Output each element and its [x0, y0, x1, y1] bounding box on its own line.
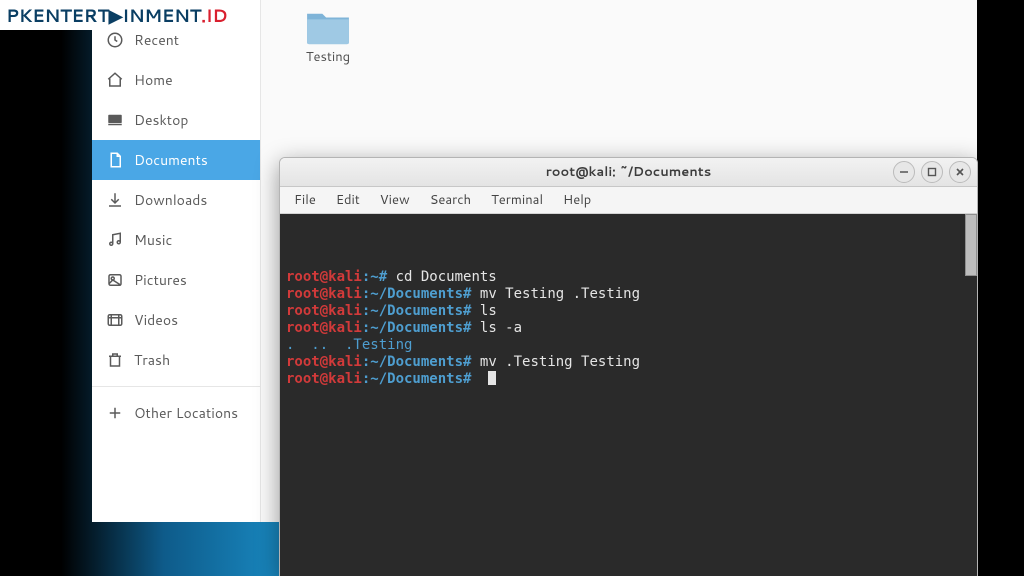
sidebar-item-label: Other Locations	[134, 403, 238, 423]
sidebar-item-label: Downloads	[134, 190, 207, 210]
watermark-tld: .ID	[201, 2, 227, 28]
documents-icon	[106, 151, 124, 169]
sidebar-item-label: Desktop	[134, 110, 188, 130]
sidebar-separator	[92, 386, 260, 387]
folder-label: Testing	[293, 48, 363, 66]
scrollbar-thumb[interactable]	[965, 214, 977, 276]
sidebar-item-desktop[interactable]: Desktop	[92, 100, 260, 140]
sidebar-item-label: Trash	[134, 350, 170, 370]
sidebar-item-videos[interactable]: Videos	[92, 300, 260, 340]
menu-edit[interactable]: Edit	[336, 191, 360, 209]
terminal-title: root@kali: ~/Documents	[546, 163, 711, 181]
desktop-icon	[106, 111, 124, 129]
sidebar-item-documents[interactable]: Documents	[92, 140, 260, 180]
music-icon	[106, 231, 124, 249]
videos-icon	[106, 311, 124, 329]
sidebar-item-music[interactable]: Music	[92, 220, 260, 260]
minimize-button[interactable]	[893, 161, 915, 183]
pictures-icon	[106, 271, 124, 289]
watermark-text: PKENTERT	[6, 2, 109, 28]
close-button[interactable]	[949, 161, 971, 183]
sidebar-item-label: Documents	[134, 150, 208, 170]
sidebar-item-other-locations[interactable]: Other Locations	[92, 393, 260, 433]
folder-icon	[305, 8, 351, 46]
clock-icon	[106, 31, 124, 49]
download-icon	[106, 191, 124, 209]
terminal-menubar: File Edit View Search Terminal Help	[280, 187, 977, 214]
terminal-output: root@kali:~# cd Documents root@kali:~/Do…	[286, 269, 971, 388]
terminal-window: root@kali: ~/Documents File Edit View Se…	[279, 157, 978, 576]
folder-testing[interactable]: Testing	[293, 8, 363, 66]
sidebar-item-home[interactable]: Home	[92, 60, 260, 100]
sidebar-item-label: Recent	[134, 30, 179, 50]
sidebar-item-label: Music	[134, 230, 172, 250]
watermark-text2: INMENT	[122, 2, 201, 28]
trash-icon	[106, 351, 124, 369]
sidebar-item-label: Pictures	[134, 270, 187, 290]
sidebar-item-pictures[interactable]: Pictures	[92, 260, 260, 300]
menu-file[interactable]: File	[294, 191, 316, 209]
menu-terminal[interactable]: Terminal	[491, 191, 543, 209]
sidebar-item-label: Videos	[134, 310, 178, 330]
terminal-body[interactable]: root@kali:~# cd Documents root@kali:~/Do…	[280, 214, 977, 576]
watermark: PKENTERT▶INMENT.ID	[0, 0, 233, 30]
window-controls	[893, 161, 971, 183]
maximize-button[interactable]	[921, 161, 943, 183]
sidebar-item-trash[interactable]: Trash	[92, 340, 260, 380]
desktop-background: PKENTERT▶INMENT.ID Recent Home Desktop D…	[0, 0, 1024, 576]
menu-help[interactable]: Help	[563, 191, 591, 209]
terminal-titlebar[interactable]: root@kali: ~/Documents	[280, 158, 977, 187]
home-icon	[106, 71, 124, 89]
file-manager-sidebar: Recent Home Desktop Documents Downloads …	[92, 0, 261, 522]
plus-icon	[106, 404, 124, 422]
sidebar-item-label: Home	[134, 70, 173, 90]
watermark-glyph: ▶	[109, 2, 122, 28]
menu-search[interactable]: Search	[430, 191, 471, 209]
sidebar-item-downloads[interactable]: Downloads	[92, 180, 260, 220]
menu-view[interactable]: View	[380, 191, 410, 209]
